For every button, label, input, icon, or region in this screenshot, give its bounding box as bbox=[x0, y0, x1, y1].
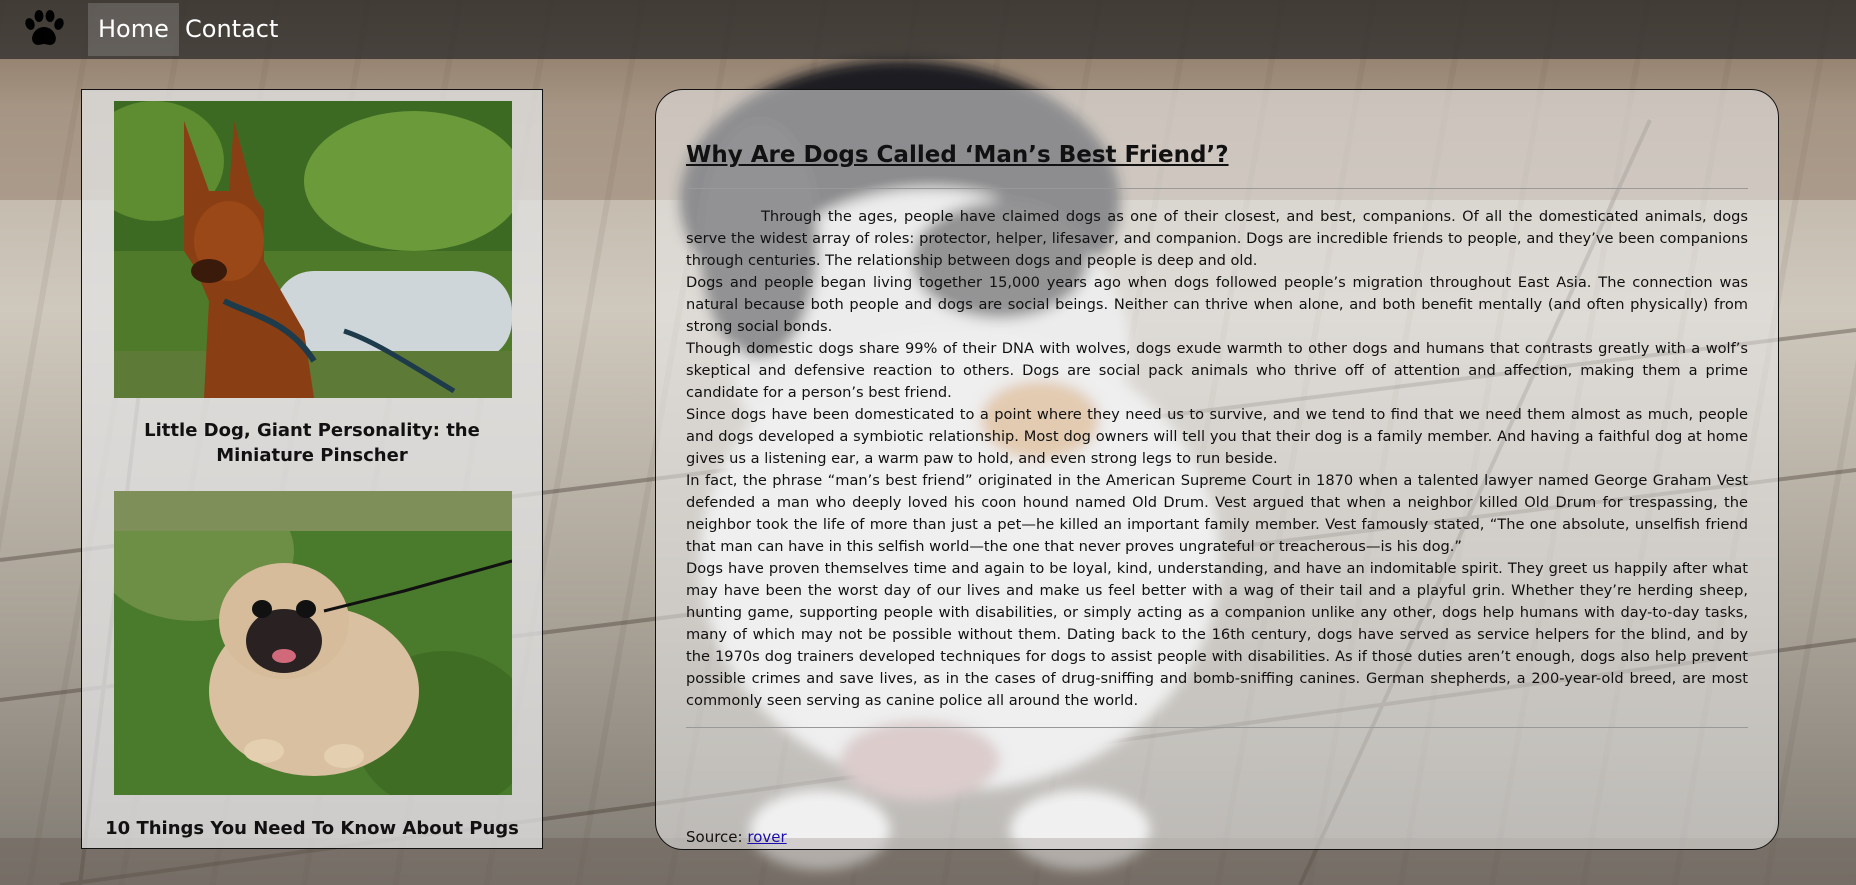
related-articles-sidebar: Little Dog, Giant Personality: the Minia… bbox=[81, 89, 543, 849]
source-link[interactable]: rover bbox=[747, 828, 786, 846]
article-paragraph: Though domestic dogs share 99% of their … bbox=[686, 340, 1748, 401]
nav-home-link[interactable]: Home bbox=[88, 3, 179, 56]
main-article-panel: Why Are Dogs Called ‘Man’s Best Friend’?… bbox=[655, 89, 1779, 850]
miniature-pinscher-photo[interactable] bbox=[114, 101, 512, 398]
nav-contact-link[interactable]: Contact bbox=[175, 3, 288, 56]
source-label: Source: bbox=[686, 828, 743, 846]
article-title: Why Are Dogs Called ‘Man’s Best Friend’? bbox=[686, 142, 1229, 168]
article-paragraph: In fact, the phrase “man’s best friend” … bbox=[686, 472, 1748, 555]
article-body: Through the ages, people have claimed do… bbox=[686, 206, 1748, 712]
article-paragraph: Since dogs have been domesticated to a p… bbox=[686, 406, 1748, 467]
article-paragraph: Dogs and people began living together 15… bbox=[686, 274, 1748, 335]
article-card-title[interactable]: 10 Things You Need To Know About Pugs bbox=[100, 816, 524, 841]
article-end-divider bbox=[686, 727, 1748, 728]
paw-icon[interactable] bbox=[22, 9, 66, 49]
title-divider bbox=[686, 188, 1748, 189]
article-paragraph: Dogs have proven themselves time and aga… bbox=[686, 560, 1748, 709]
article-paragraph: Through the ages, people have claimed do… bbox=[686, 208, 1748, 269]
article-card-title[interactable]: Little Dog, Giant Personality: the Minia… bbox=[100, 418, 524, 468]
top-navigation-bar: Home Contact bbox=[0, 0, 1856, 59]
pug-photo[interactable] bbox=[114, 491, 512, 795]
source-citation: Source: rover bbox=[686, 828, 787, 846]
